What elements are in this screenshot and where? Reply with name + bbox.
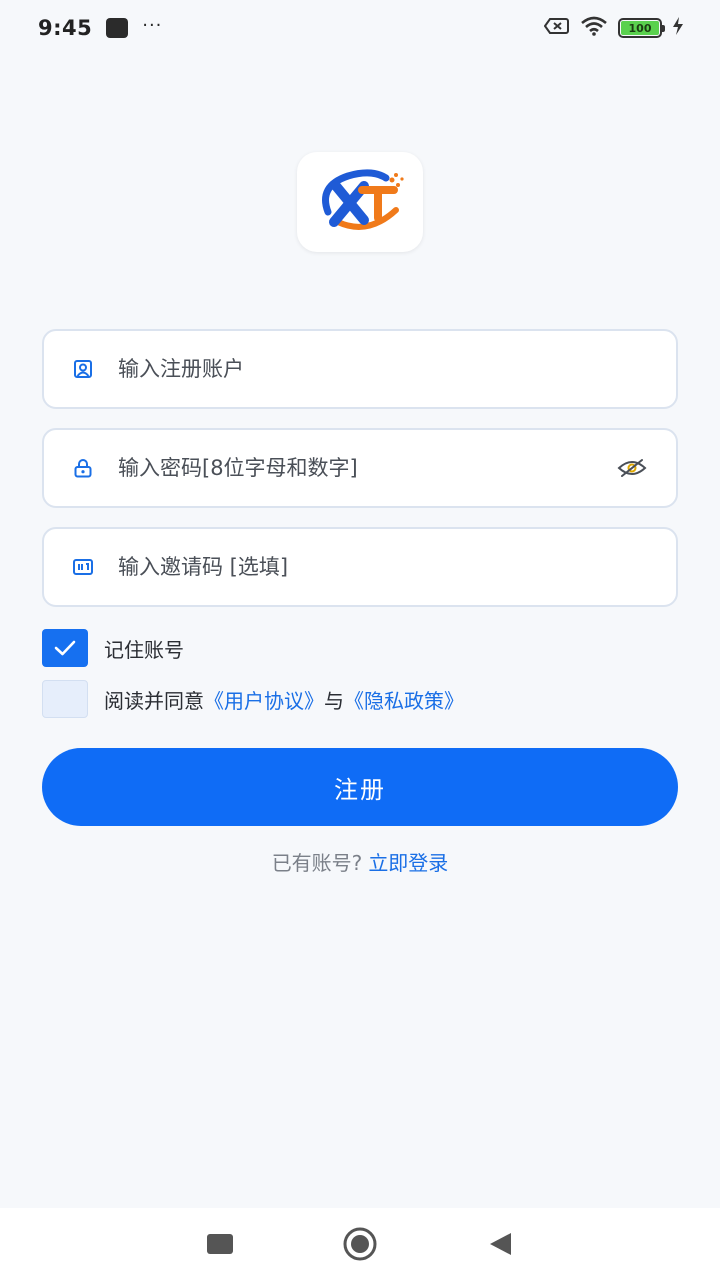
status-right: 100 <box>543 16 684 40</box>
status-bar: 9:45 ··· 100 <box>0 0 720 56</box>
recents-square-icon[interactable] <box>200 1224 240 1264</box>
portrait-icon <box>72 358 94 380</box>
privacy-link[interactable]: 《隐私政策》 <box>344 689 464 713</box>
sim-off-icon <box>543 17 570 39</box>
home-circle-icon[interactable] <box>340 1224 380 1264</box>
register-screen: 9:45 ··· 100 输入注册账户 输入邀请码 [选填] 记住账号 阅读并同… <box>0 0 720 1280</box>
xt-logo-icon <box>322 169 404 230</box>
wifi-icon <box>580 16 608 40</box>
agreement-text: 阅读并同意《用户协议》与《隐私政策》 <box>104 685 464 714</box>
invite-input[interactable] <box>118 555 648 579</box>
lock-icon <box>72 457 94 479</box>
login-link[interactable]: 立即登录 <box>368 851 448 875</box>
status-left: 9:45 ··· <box>38 14 163 41</box>
eye-hidden-icon[interactable] <box>616 456 648 480</box>
nav-bar <box>0 1208 720 1280</box>
invite-code-icon <box>72 556 94 578</box>
battery-level: 100 <box>621 21 659 35</box>
account-field <box>42 329 678 409</box>
check-icon <box>54 640 76 656</box>
register-button[interactable]: 注册 <box>42 748 678 826</box>
agreement-and: 与 <box>324 688 344 713</box>
charging-icon <box>672 17 684 39</box>
login-question: 已有账号? <box>271 851 363 875</box>
remember-label: 记住账号 <box>104 637 184 662</box>
invite-field <box>42 527 678 607</box>
battery-icon: 100 <box>618 18 665 38</box>
agreement-prefix: 阅读并同意 <box>104 688 204 713</box>
account-input[interactable] <box>118 357 648 381</box>
login-row: 已有账号? 立即登录 <box>0 847 720 876</box>
remember-row: 记住账号 <box>42 629 184 667</box>
password-input[interactable] <box>118 456 616 480</box>
terms-link[interactable]: 《用户协议》 <box>204 689 324 713</box>
status-time: 9:45 <box>38 16 93 40</box>
agreement-row: 阅读并同意《用户协议》与《隐私政策》 <box>42 680 464 718</box>
more-dots-icon: ··· <box>142 14 163 36</box>
agreement-checkbox[interactable] <box>42 680 88 718</box>
notification-square-icon <box>106 18 129 38</box>
back-triangle-icon[interactable] <box>480 1224 520 1264</box>
app-logo <box>297 152 423 252</box>
remember-checkbox[interactable] <box>42 629 88 667</box>
password-field <box>42 428 678 508</box>
